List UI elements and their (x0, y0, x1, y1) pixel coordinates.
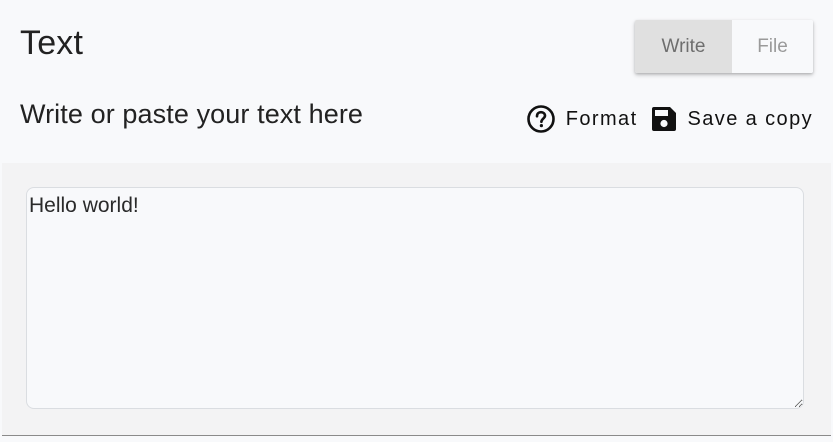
write-mode-button[interactable]: Write (635, 20, 732, 73)
editor-actions: Format Save a copy (526, 103, 813, 135)
section-heading: Write or paste your text here (20, 99, 364, 129)
file-mode-button[interactable]: File (732, 20, 813, 73)
text-editor-input[interactable]: Hello world! (26, 187, 804, 409)
page-title: Text (20, 24, 84, 62)
editor-panel: Hello world! (2, 163, 831, 436)
text-input-page: Text Write File Write or paste your text… (0, 0, 833, 442)
floppy-disk-icon (650, 105, 678, 133)
mode-toggle: Write File (635, 20, 813, 73)
format-button[interactable]: Format (526, 104, 638, 134)
save-copy-label: Save a copy (687, 107, 813, 130)
format-label: Format (565, 107, 638, 130)
help-circle-icon (526, 104, 556, 134)
save-copy-button[interactable]: Save a copy (650, 105, 813, 133)
